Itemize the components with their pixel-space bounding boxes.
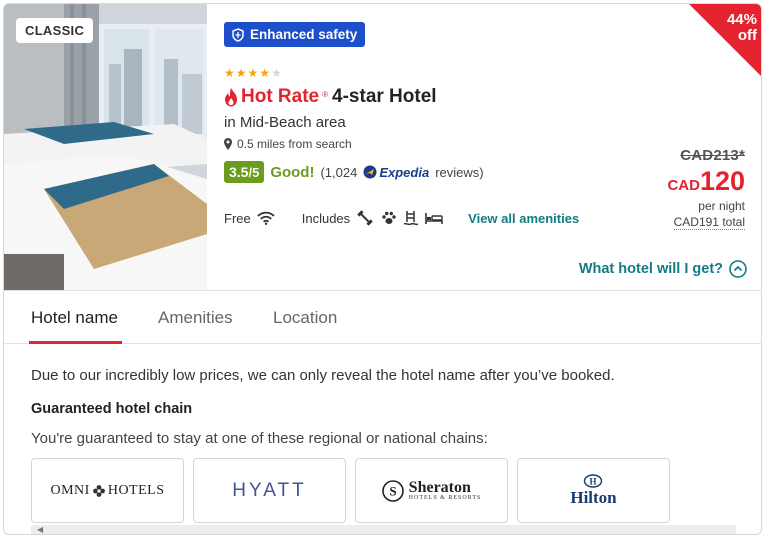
hotel-room-image: [4, 4, 207, 290]
hotel-info: Enhanced safety ★ ★ ★ ★ ★ Hot Rate ® 4-st…: [207, 4, 761, 290]
hyatt-logo-card: HYATT: [193, 458, 346, 523]
reviews-suffix: reviews): [435, 164, 484, 180]
price-amount: 120: [699, 166, 745, 196]
fitness-icon: [357, 210, 373, 226]
star-empty-icon: ★: [271, 66, 282, 80]
price-currency: CAD: [667, 177, 700, 194]
omni-flower-icon: [92, 484, 105, 497]
omni-logo-right: HOTELS: [107, 482, 165, 498]
amenities-row: Free Includes View all amenities: [224, 209, 579, 227]
map-pin-icon: [224, 138, 232, 150]
omni-hotels-logo-card: OMNI HOTELS: [31, 458, 184, 523]
rating-score: 3.5: [229, 164, 249, 180]
expedia-brand: Expedia: [379, 164, 430, 180]
what-hotel-label: What hotel will I get?: [578, 261, 723, 277]
pet-icon: [382, 211, 396, 224]
chain-heading: Guaranteed hotel chain: [31, 401, 193, 417]
tab-amenities[interactable]: Amenities: [158, 308, 233, 328]
chevron-up-circle-icon: [729, 260, 747, 278]
star-rating: ★ ★ ★ ★ ★: [224, 67, 282, 79]
hotel-class: 4-star Hotel: [332, 86, 437, 107]
chain-logo-list: OMNI HOTELS HYATT S Sheraton HOTELS & RE…: [31, 458, 670, 523]
per-night-label: per night: [698, 199, 745, 213]
hot-rate-registered-mark: ®: [322, 89, 329, 99]
expedia-logo: Expedia: [363, 165, 429, 180]
distance-label: 0.5 miles from search: [237, 137, 352, 151]
sheraton-logo: S Sheraton HOTELS & RESORTS: [381, 479, 482, 502]
what-hotel-toggle[interactable]: What hotel will I get?: [579, 260, 747, 278]
rating-score-badge: 3.5/5: [224, 161, 265, 183]
hotel-name-panel: Due to our incredibly low prices, we can…: [4, 344, 761, 534]
classic-tier-badge: CLASSIC: [16, 18, 94, 43]
chain-logos-scrollbar[interactable]: ◀: [31, 525, 736, 534]
hilton-name: Hilton: [570, 487, 617, 507]
star-icon: ★: [247, 66, 259, 80]
scroll-left-icon[interactable]: ◀: [37, 525, 43, 534]
detail-tabs: Hotel name Amenities Location: [4, 290, 761, 344]
distance-info: 0.5 miles from search: [224, 137, 352, 151]
original-price: CAD213*: [667, 147, 745, 164]
discount-word: off: [737, 27, 757, 44]
tab-hotel-name[interactable]: Hotel name: [31, 308, 118, 328]
pool-icon: [404, 211, 419, 226]
current-price: CAD120: [667, 166, 745, 197]
sheraton-name: Sheraton: [408, 479, 471, 496]
includes-label: Includes: [301, 210, 351, 226]
bed-icon: [425, 213, 443, 224]
hilton-logo-card: H Hilton: [517, 458, 670, 523]
reveal-disclaimer: Due to our incredibly low prices, we can…: [31, 367, 615, 384]
star-icon: ★: [235, 66, 247, 80]
wifi-icon: [257, 211, 275, 225]
view-all-amenities-link[interactable]: View all amenities: [468, 211, 579, 226]
total-price[interactable]: CAD191 total: [673, 215, 745, 230]
svg-text:H: H: [590, 476, 597, 486]
chain-description: You're guaranteed to stay at one of thes…: [31, 430, 488, 447]
hot-rate-brand: Hot Rate ®: [224, 86, 328, 108]
rating-denominator: /5: [248, 165, 260, 180]
enhanced-safety-label: Enhanced safety: [250, 27, 358, 42]
hot-rate-label: Hot Rate: [241, 86, 320, 107]
star-icon: ★: [259, 66, 271, 80]
discount-text: 44% off: [727, 12, 757, 44]
expedia-globe-icon: [363, 165, 377, 179]
svg-text:S: S: [389, 483, 396, 498]
sheraton-subtitle: HOTELS & RESORTS: [408, 495, 482, 501]
price-box: CAD213* CAD120 per night CAD191 total: [667, 147, 745, 231]
flame-icon: [225, 87, 237, 106]
original-price-marker: *: [738, 147, 745, 164]
sheraton-logo-card: S Sheraton HOTELS & RESORTS: [355, 458, 508, 523]
hotel-area: in Mid-Beach area: [224, 114, 346, 131]
enhanced-safety-badge[interactable]: Enhanced safety: [224, 22, 366, 47]
hilton-emblem-icon: H: [584, 473, 603, 488]
guest-rating: 3.5/5 Good! (1,024 Expedia reviews): [224, 161, 484, 183]
hilton-logo: H Hilton: [570, 473, 617, 508]
star-icon: ★: [224, 66, 235, 80]
sheraton-seal-icon: S: [381, 479, 404, 502]
reviews-count: (1,024: [320, 164, 358, 180]
discount-percent: 44%: [726, 11, 757, 28]
omni-logo-left: OMNI: [50, 482, 90, 498]
free-label: Free: [224, 210, 251, 226]
hotel-title: Hot Rate ® 4-star Hotel: [224, 86, 437, 108]
omni-hotels-logo: OMNI HOTELS: [50, 483, 164, 499]
tab-location[interactable]: Location: [273, 308, 337, 328]
rating-word: Good!: [270, 163, 315, 181]
original-price-value: CAD213: [680, 147, 739, 164]
shield-icon: [232, 27, 244, 42]
hyatt-logo: HYATT: [232, 479, 307, 501]
hotel-card: CLASSIC Enhanced safety ★ ★ ★ ★ ★ Hot Ra…: [3, 3, 762, 535]
hotel-photo[interactable]: CLASSIC: [4, 4, 207, 290]
